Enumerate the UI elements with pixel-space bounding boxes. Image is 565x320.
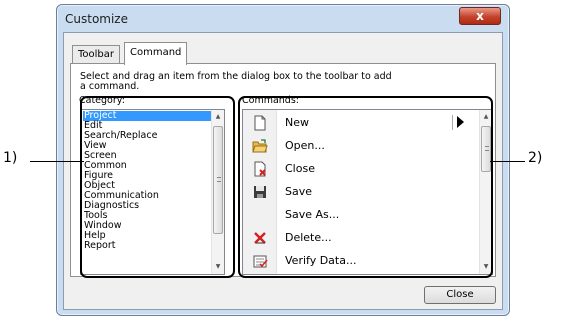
commands-callout-frame: [238, 96, 493, 278]
callout-leader-2: [490, 161, 525, 162]
tab-command[interactable]: Command: [124, 42, 188, 65]
callout-leader-1: [30, 161, 84, 162]
dialog-title: Customize: [65, 12, 128, 26]
callout-label-2: 2): [528, 150, 543, 166]
callout-label-1: 1): [3, 150, 18, 166]
close-button[interactable]: Close: [424, 286, 496, 304]
title-bar[interactable]: Customize x: [57, 5, 509, 33]
tab-toolbar[interactable]: Toolbar: [72, 45, 121, 64]
category-callout-frame: [80, 96, 235, 278]
instruction-text: Select and drag an item from the dialog …: [80, 71, 392, 92]
window-close-button[interactable]: x: [459, 7, 501, 25]
